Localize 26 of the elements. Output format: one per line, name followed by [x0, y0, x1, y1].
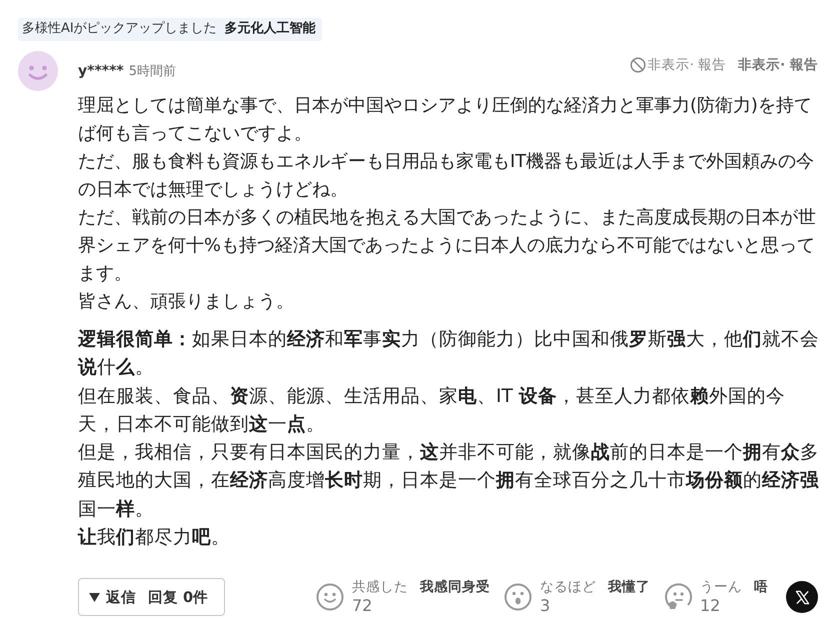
block-icon [630, 57, 646, 73]
comment-paragraph: ただ、服も食料も資源もエネルギーも日用品も家電もIT機器も最近は人手まで外国頼みの今の日本では無理でしょうけどね。 [78, 150, 816, 202]
reaction-button[interactable]: 共感した 我感同身受 72 [316, 578, 490, 616]
x-logo-icon [794, 590, 810, 605]
banner-translation: 多元化人工智能 [224, 20, 316, 38]
caret-icon [89, 592, 100, 602]
post-time: 5時間前 [128, 63, 176, 80]
hide-report-link[interactable]: 非表示· 報告 [630, 56, 726, 74]
reply-button[interactable]: 返信 回复 0件 [78, 578, 226, 616]
comment-paragraph: ただ、戦前の日本が多くの植民地を抱える大国であったように、また高度成長期の日本が世界シェアを何十%も持つ経済大国であったように日本人の底力なら不可能ではないと思ってます。 [78, 206, 817, 286]
banner-label: 多様性AIがピックアップしました [22, 20, 217, 38]
comment-paragraph: 理屈としては簡単な事で、日本が中国やロシアより圧倒的な経済力と軍事力(防衛力)を持てば何も言ってこないですよ。 [78, 94, 813, 146]
share-button[interactable] [786, 581, 818, 614]
hide-report-link[interactable]: 非表示· 報告 [738, 56, 818, 74]
user-name[interactable]: y***** [78, 63, 124, 79]
thinking-face-icon [664, 583, 692, 612]
smile-face-icon [316, 583, 344, 612]
translated-paragraph: 逻辑很简单：如果日本的经济和军事实力（防御能力）比中国和俄罗斯强大，他们就不会说什么。 [78, 328, 820, 380]
translated-paragraph: 让我们都尽力吧。 [78, 526, 231, 550]
surprised-face-icon [504, 583, 532, 612]
comment-paragraph: 皆さん、頑張りましょう。 [78, 290, 295, 314]
avatar-icon [18, 51, 58, 91]
translated-paragraph: 但在服装、食品、资源、能源、生活用品、家电、IT 设备，甚至人力都依赖外国的今天，日本不可能做到这一点。 [78, 384, 786, 437]
translated-paragraph: 但是，我相信，只要有日本国民的力量，这并非不可能，就像战前的日本是一个拥有众多殖民地的大国，在经济高度增长时期，日本是一个拥有全球百分之几十市场份额的经济强国一样。 [78, 441, 820, 522]
reaction-button[interactable]: うーん 唔 12 [664, 578, 768, 616]
reaction-button[interactable]: なるほど 我懂了 3 [504, 578, 650, 616]
